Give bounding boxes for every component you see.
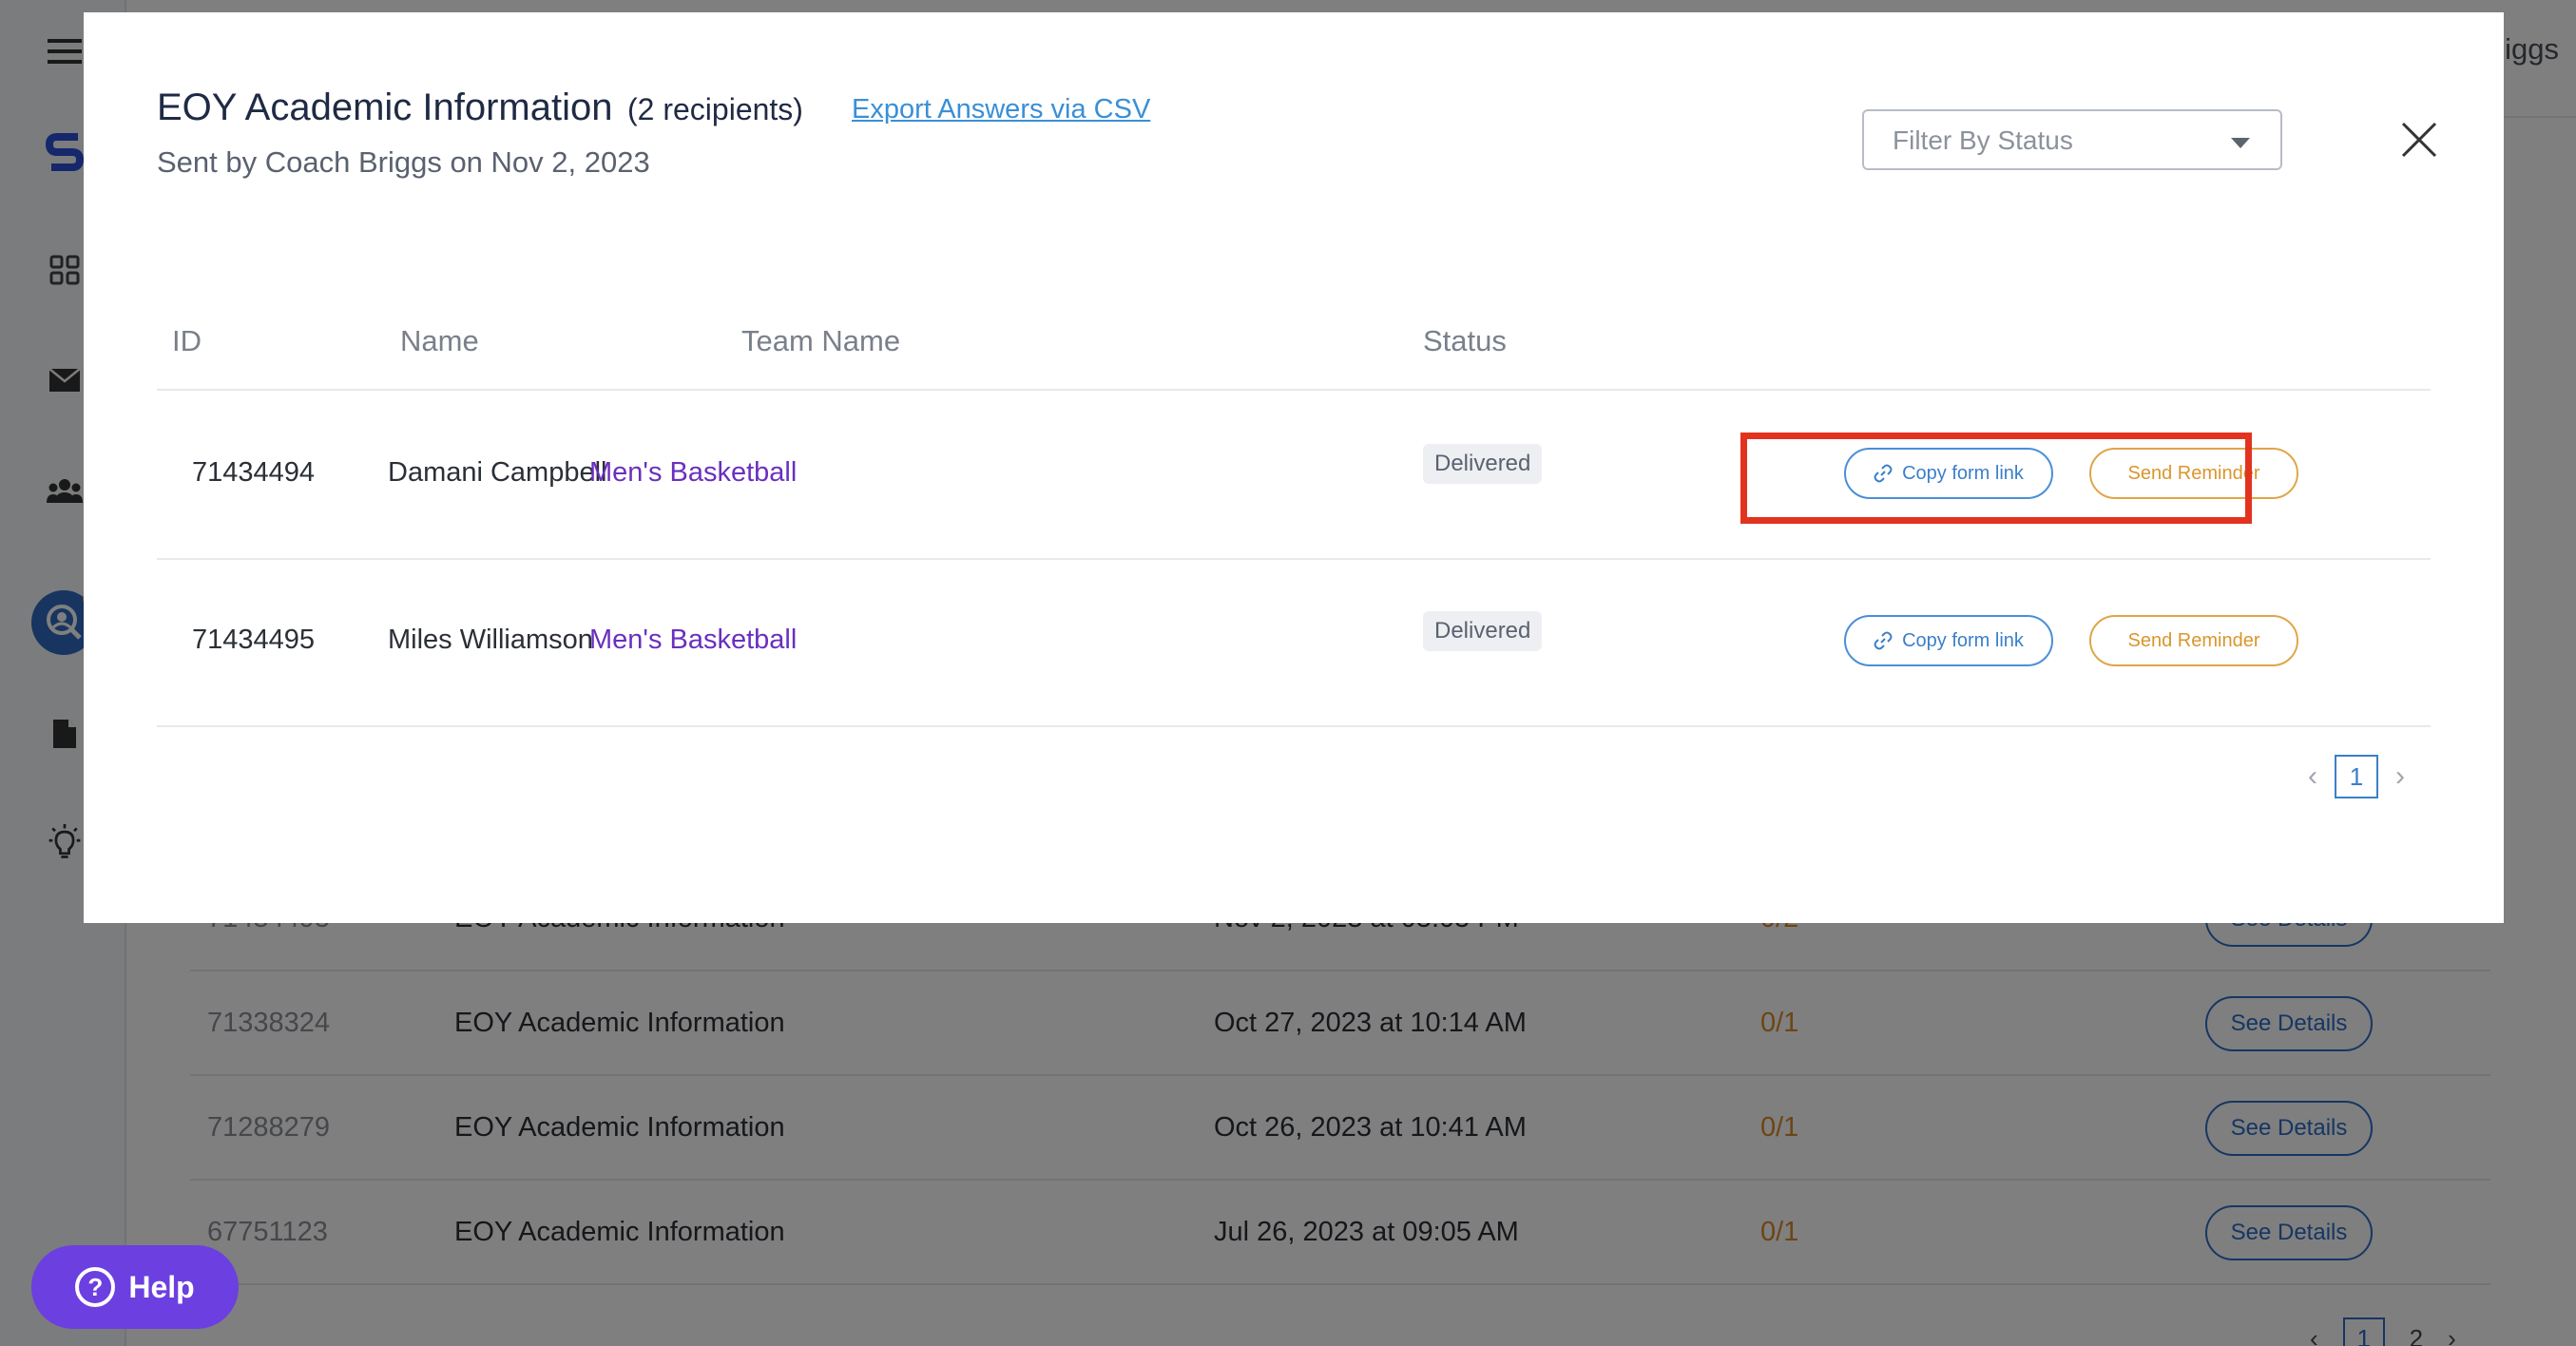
copy-form-link-label: Copy form link	[1902, 629, 2024, 651]
help-icon: ?	[75, 1267, 116, 1307]
next-page-icon[interactable]: ›	[2395, 760, 2405, 793]
status-badge: Delivered	[1423, 444, 1543, 484]
team-link[interactable]: Men's Basketball	[589, 625, 797, 656]
send-reminder-label: Send Reminder	[2127, 629, 2260, 651]
caret-down-icon	[2231, 138, 2250, 148]
export-csv-link[interactable]: Export Answers via CSV	[852, 94, 1150, 125]
recipient-id: 71434495	[192, 625, 316, 655]
recipient-row: 71434495 Miles Williamson Men's Basketba…	[157, 558, 2431, 725]
link-icon	[1874, 631, 1893, 650]
column-header-team: Team Name	[741, 324, 901, 357]
recipient-name: Miles Williamson	[388, 625, 593, 655]
recipient-id: 71434494	[192, 457, 316, 488]
recipient-name: Damani Campbell	[388, 457, 607, 488]
status-badge: Delivered	[1423, 611, 1543, 651]
copy-form-link-button[interactable]: Copy form link	[1844, 615, 2053, 666]
send-reminder-button[interactable]: Send Reminder	[2089, 615, 2298, 666]
status-filter-select[interactable]: Filter By Status	[1862, 109, 2282, 170]
recipients-modal: EOY Academic Information (2 recipients) …	[84, 12, 2504, 923]
prev-page-icon[interactable]: ‹	[2308, 760, 2317, 793]
column-header-id: ID	[172, 324, 202, 357]
recipient-count: (2 recipients)	[627, 92, 803, 126]
modal-subtitle: Sent by Coach Briggs on Nov 2, 2023	[157, 145, 650, 179]
close-icon[interactable]	[2399, 120, 2439, 160]
page-button[interactable]: 1	[2335, 755, 2378, 798]
column-header-name: Name	[400, 324, 479, 357]
filter-placeholder: Filter By Status	[1893, 125, 2073, 155]
highlight-box	[1740, 433, 2252, 524]
column-header-status: Status	[1423, 324, 1507, 357]
team-link[interactable]: Men's Basketball	[589, 457, 797, 489]
modal-title: EOY Academic Information	[157, 87, 613, 128]
divider	[157, 725, 2431, 727]
modal-pagination: ‹ 1 ›	[2308, 755, 2405, 798]
help-button[interactable]: ? Help	[31, 1245, 239, 1329]
help-label: Help	[128, 1269, 195, 1304]
